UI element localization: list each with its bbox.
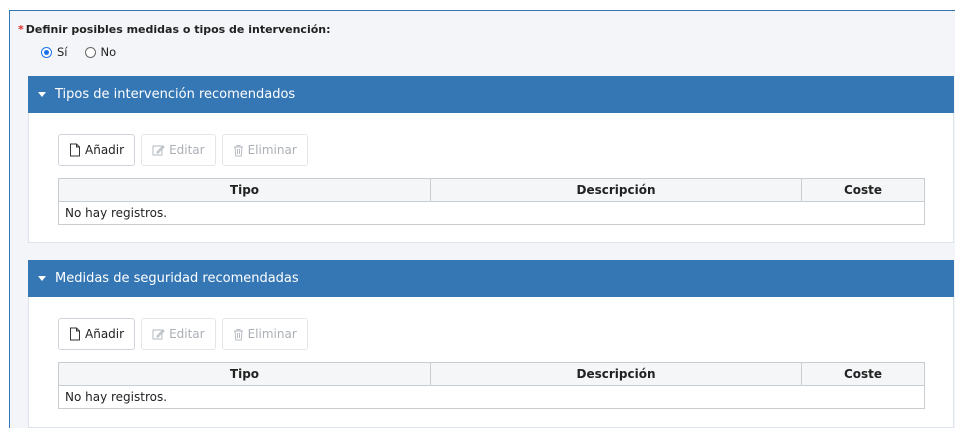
required-mark: * <box>18 23 24 36</box>
data-table: Tipo Descripción Coste No hay registros. <box>58 178 925 225</box>
add-label: Añadir <box>85 327 125 341</box>
panel-tipos-intervencion: Tipos de intervención recomendados Añadi… <box>28 76 954 243</box>
column-header-descripcion[interactable]: Descripción <box>430 178 802 202</box>
column-header-tipo[interactable]: Tipo <box>58 178 431 202</box>
empty-message: No hay registros. <box>58 385 925 409</box>
data-table: Tipo Descripción Coste No hay registros. <box>58 362 925 409</box>
file-icon <box>69 143 81 157</box>
panel-medidas-seguridad: Medidas de seguridad recomendadas Añadir… <box>28 260 954 428</box>
add-button[interactable]: Añadir <box>58 318 136 350</box>
file-icon <box>69 327 81 341</box>
column-header-coste[interactable]: Coste <box>801 178 925 202</box>
question-text: Definir posibles medidas o tipos de inte… <box>25 23 331 36</box>
trash-icon <box>233 328 244 341</box>
toolbar: Añadir Editar Eliminar <box>58 318 314 350</box>
panel-header[interactable]: Tipos de intervención recomendados <box>28 76 954 113</box>
radio-unchecked-icon <box>84 46 96 58</box>
delete-button[interactable]: Eliminar <box>221 318 308 350</box>
panel-header[interactable]: Medidas de seguridad recomendadas <box>28 260 954 297</box>
radio-no-label: No <box>100 45 117 59</box>
add-label: Añadir <box>85 143 125 157</box>
question-label: * Definir posibles medidas o tipos de int… <box>18 23 331 36</box>
caret-down-icon <box>38 92 46 97</box>
edit-icon <box>152 144 165 157</box>
column-header-coste[interactable]: Coste <box>801 362 925 386</box>
panel-title: Tipos de intervención recomendados <box>55 87 296 102</box>
panel-title: Medidas de seguridad recomendadas <box>55 271 299 286</box>
column-header-tipo[interactable]: Tipo <box>58 362 431 386</box>
radio-si-label: Sí <box>57 45 68 59</box>
edit-label: Editar <box>169 327 205 341</box>
toolbar: Añadir Editar Eliminar <box>58 134 314 166</box>
edit-button[interactable]: Editar <box>141 134 216 166</box>
edit-icon <box>152 328 165 341</box>
delete-label: Eliminar <box>247 327 297 341</box>
table-row: No hay registros. <box>58 201 925 225</box>
delete-button[interactable]: Eliminar <box>221 134 308 166</box>
radio-checked-icon <box>41 46 52 58</box>
edit-label: Editar <box>169 143 205 157</box>
add-button[interactable]: Añadir <box>58 134 136 166</box>
caret-down-icon <box>38 276 46 281</box>
delete-label: Eliminar <box>247 143 297 157</box>
column-header-descripcion[interactable]: Descripción <box>430 362 802 386</box>
radio-si[interactable]: Sí <box>41 45 68 59</box>
trash-icon <box>233 144 244 157</box>
radio-group: Sí No <box>41 45 133 59</box>
table-row: No hay registros. <box>58 385 925 409</box>
edit-button[interactable]: Editar <box>141 318 216 350</box>
radio-no[interactable]: No <box>84 45 117 59</box>
empty-message: No hay registros. <box>58 201 925 225</box>
